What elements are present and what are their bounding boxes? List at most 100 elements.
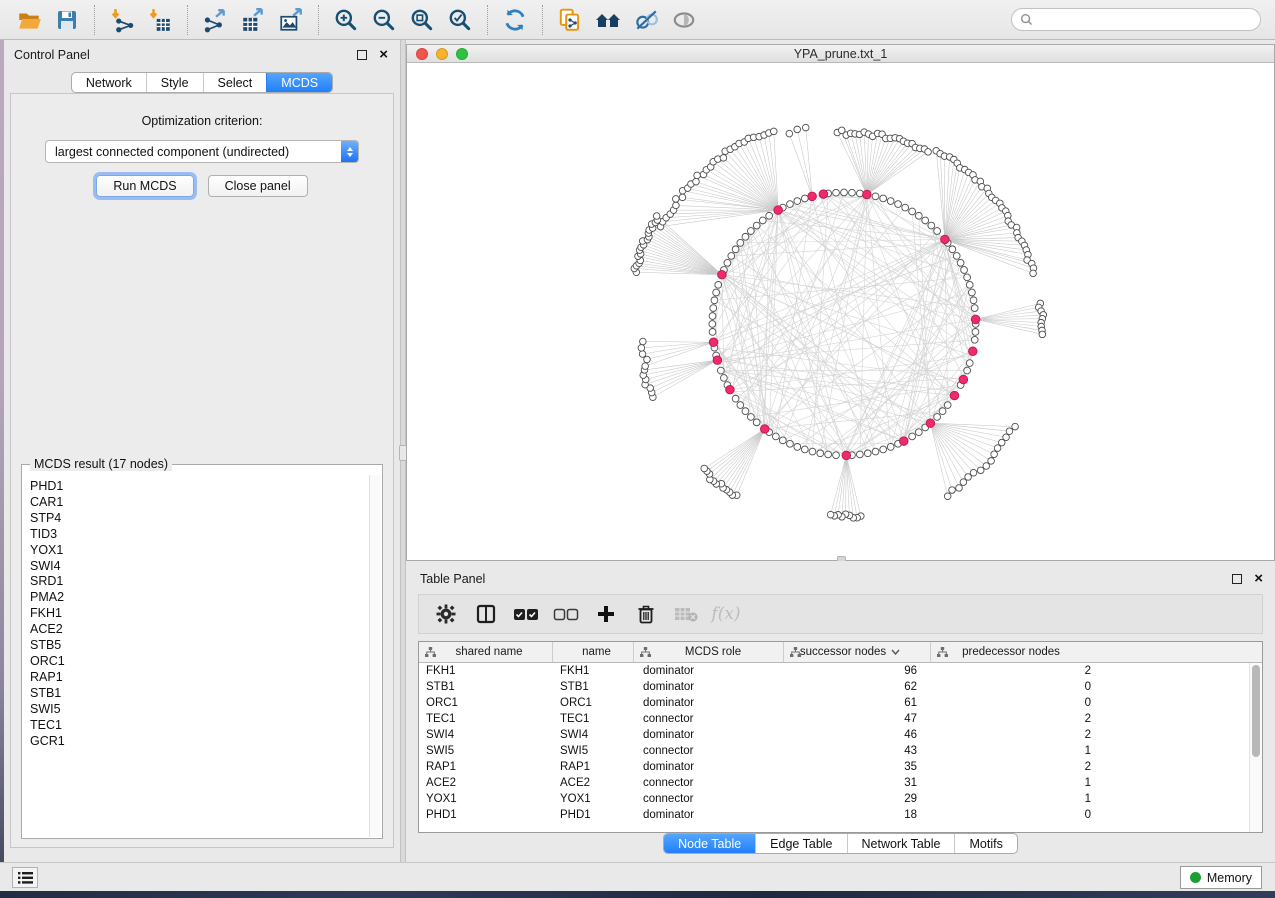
- criterion-select[interactable]: largest connected component (undirected): [45, 140, 359, 163]
- network-node[interactable]: [825, 451, 832, 458]
- zoom-fit-button[interactable]: [403, 3, 441, 37]
- tab-select[interactable]: Select: [203, 73, 267, 92]
- network-node[interactable]: [966, 360, 973, 367]
- network-hub-node[interactable]: [971, 315, 980, 324]
- network-node[interactable]: [915, 212, 922, 219]
- network-node[interactable]: [988, 458, 995, 465]
- network-canvas[interactable]: [407, 63, 1274, 560]
- mcds-result-item[interactable]: STP4: [30, 511, 369, 527]
- task-history-button[interactable]: [12, 867, 38, 888]
- network-node[interactable]: [710, 305, 717, 312]
- network-node[interactable]: [653, 213, 660, 220]
- network-node[interactable]: [720, 155, 727, 162]
- zoom-selected-button[interactable]: [441, 3, 479, 37]
- network-node[interactable]: [742, 408, 749, 415]
- network-node[interactable]: [1030, 270, 1037, 277]
- mcds-result-item[interactable]: SWI5: [30, 702, 369, 718]
- network-hub-node[interactable]: [941, 235, 950, 244]
- mcds-result-item[interactable]: YOX1: [30, 543, 369, 559]
- float-panel-icon[interactable]: [357, 50, 367, 60]
- mcds-result-item[interactable]: PMA2: [30, 590, 369, 606]
- network-hub-node[interactable]: [709, 338, 718, 347]
- export-image-button[interactable]: [272, 3, 310, 37]
- network-hub-node[interactable]: [926, 419, 935, 428]
- network-node[interactable]: [732, 246, 739, 253]
- column-header-predecessor-nodes[interactable]: predecessor nodes: [931, 642, 1101, 662]
- network-node[interactable]: [864, 450, 871, 457]
- network-node[interactable]: [701, 465, 708, 472]
- network-node[interactable]: [983, 463, 990, 470]
- network-node[interactable]: [737, 402, 744, 409]
- table-row[interactable]: ORC1ORC1dominator610: [419, 695, 1249, 711]
- network-node[interactable]: [709, 313, 716, 320]
- network-graph[interactable]: [407, 63, 1274, 560]
- network-node[interactable]: [747, 414, 754, 421]
- network-node[interactable]: [895, 201, 902, 208]
- table-row[interactable]: SWI5SWI5connector431: [419, 743, 1249, 759]
- network-node[interactable]: [786, 130, 793, 137]
- network-hub-node[interactable]: [760, 425, 769, 434]
- table-row[interactable]: PHD1PHD1dominator180: [419, 807, 1249, 823]
- network-node[interactable]: [965, 474, 972, 481]
- network-node[interactable]: [971, 336, 978, 343]
- mcds-result-item[interactable]: TEC1: [30, 718, 369, 734]
- network-node[interactable]: [644, 356, 651, 363]
- tab-style[interactable]: Style: [146, 73, 203, 92]
- search-box[interactable]: [1011, 8, 1261, 31]
- network-node[interactable]: [961, 267, 968, 274]
- mcds-result-item[interactable]: ACE2: [30, 622, 369, 638]
- tab-motifs[interactable]: Motifs: [954, 834, 1016, 853]
- zoom-out-button[interactable]: [365, 3, 403, 37]
- save-session-button[interactable]: [48, 3, 86, 37]
- hide-panels-button[interactable]: [627, 3, 665, 37]
- close-panel-button[interactable]: Close panel: [208, 175, 308, 197]
- network-node[interactable]: [872, 193, 879, 200]
- export-network-button[interactable]: [196, 3, 234, 37]
- network-node[interactable]: [639, 351, 646, 358]
- open-session-button[interactable]: [10, 3, 48, 37]
- show-columns-button[interactable]: [469, 598, 503, 630]
- tab-node-table[interactable]: Node Table: [664, 834, 755, 853]
- network-node[interactable]: [787, 440, 794, 447]
- network-node[interactable]: [944, 493, 951, 500]
- memory-button[interactable]: Memory: [1180, 866, 1262, 889]
- column-header-successor-nodes[interactable]: successor nodes: [784, 642, 931, 662]
- column-header-mcds-role[interactable]: MCDS role: [634, 642, 784, 662]
- network-hub-node[interactable]: [863, 190, 872, 199]
- network-node[interactable]: [949, 487, 956, 494]
- network-node[interactable]: [817, 450, 824, 457]
- network-node[interactable]: [794, 443, 801, 450]
- table-settings-button[interactable]: [429, 598, 463, 630]
- network-node[interactable]: [827, 511, 834, 518]
- network-node[interactable]: [772, 433, 779, 440]
- network-node[interactable]: [802, 124, 809, 131]
- network-hub-node[interactable]: [899, 437, 908, 446]
- network-node[interactable]: [964, 274, 971, 281]
- network-node[interactable]: [956, 485, 963, 492]
- table-row[interactable]: SWI4SWI4dominator462: [419, 727, 1249, 743]
- network-node[interactable]: [724, 259, 731, 266]
- network-node[interactable]: [711, 297, 718, 304]
- mcds-result-item[interactable]: CAR1: [30, 495, 369, 511]
- network-node[interactable]: [922, 217, 929, 224]
- network-node[interactable]: [887, 443, 894, 450]
- zoom-in-button[interactable]: [327, 3, 365, 37]
- mcds-result-item[interactable]: RAP1: [30, 670, 369, 686]
- network-node[interactable]: [966, 281, 973, 288]
- mcds-result-item[interactable]: PHD1: [30, 479, 369, 495]
- network-node[interactable]: [887, 198, 894, 205]
- network-node[interactable]: [971, 305, 978, 312]
- network-node[interactable]: [747, 228, 754, 235]
- network-node[interactable]: [794, 126, 801, 133]
- import-table-button[interactable]: [141, 3, 179, 37]
- network-node[interactable]: [909, 208, 916, 215]
- table-scrollbar[interactable]: [1249, 663, 1262, 832]
- network-hub-node[interactable]: [819, 190, 828, 199]
- network-node[interactable]: [949, 246, 956, 253]
- tab-network-table[interactable]: Network Table: [847, 834, 955, 853]
- network-node[interactable]: [694, 172, 701, 179]
- network-node[interactable]: [872, 448, 879, 455]
- table-row[interactable]: RAP1RAP1dominator352: [419, 759, 1249, 775]
- select-all-rows-button[interactable]: [509, 598, 543, 630]
- network-node[interactable]: [1006, 428, 1013, 435]
